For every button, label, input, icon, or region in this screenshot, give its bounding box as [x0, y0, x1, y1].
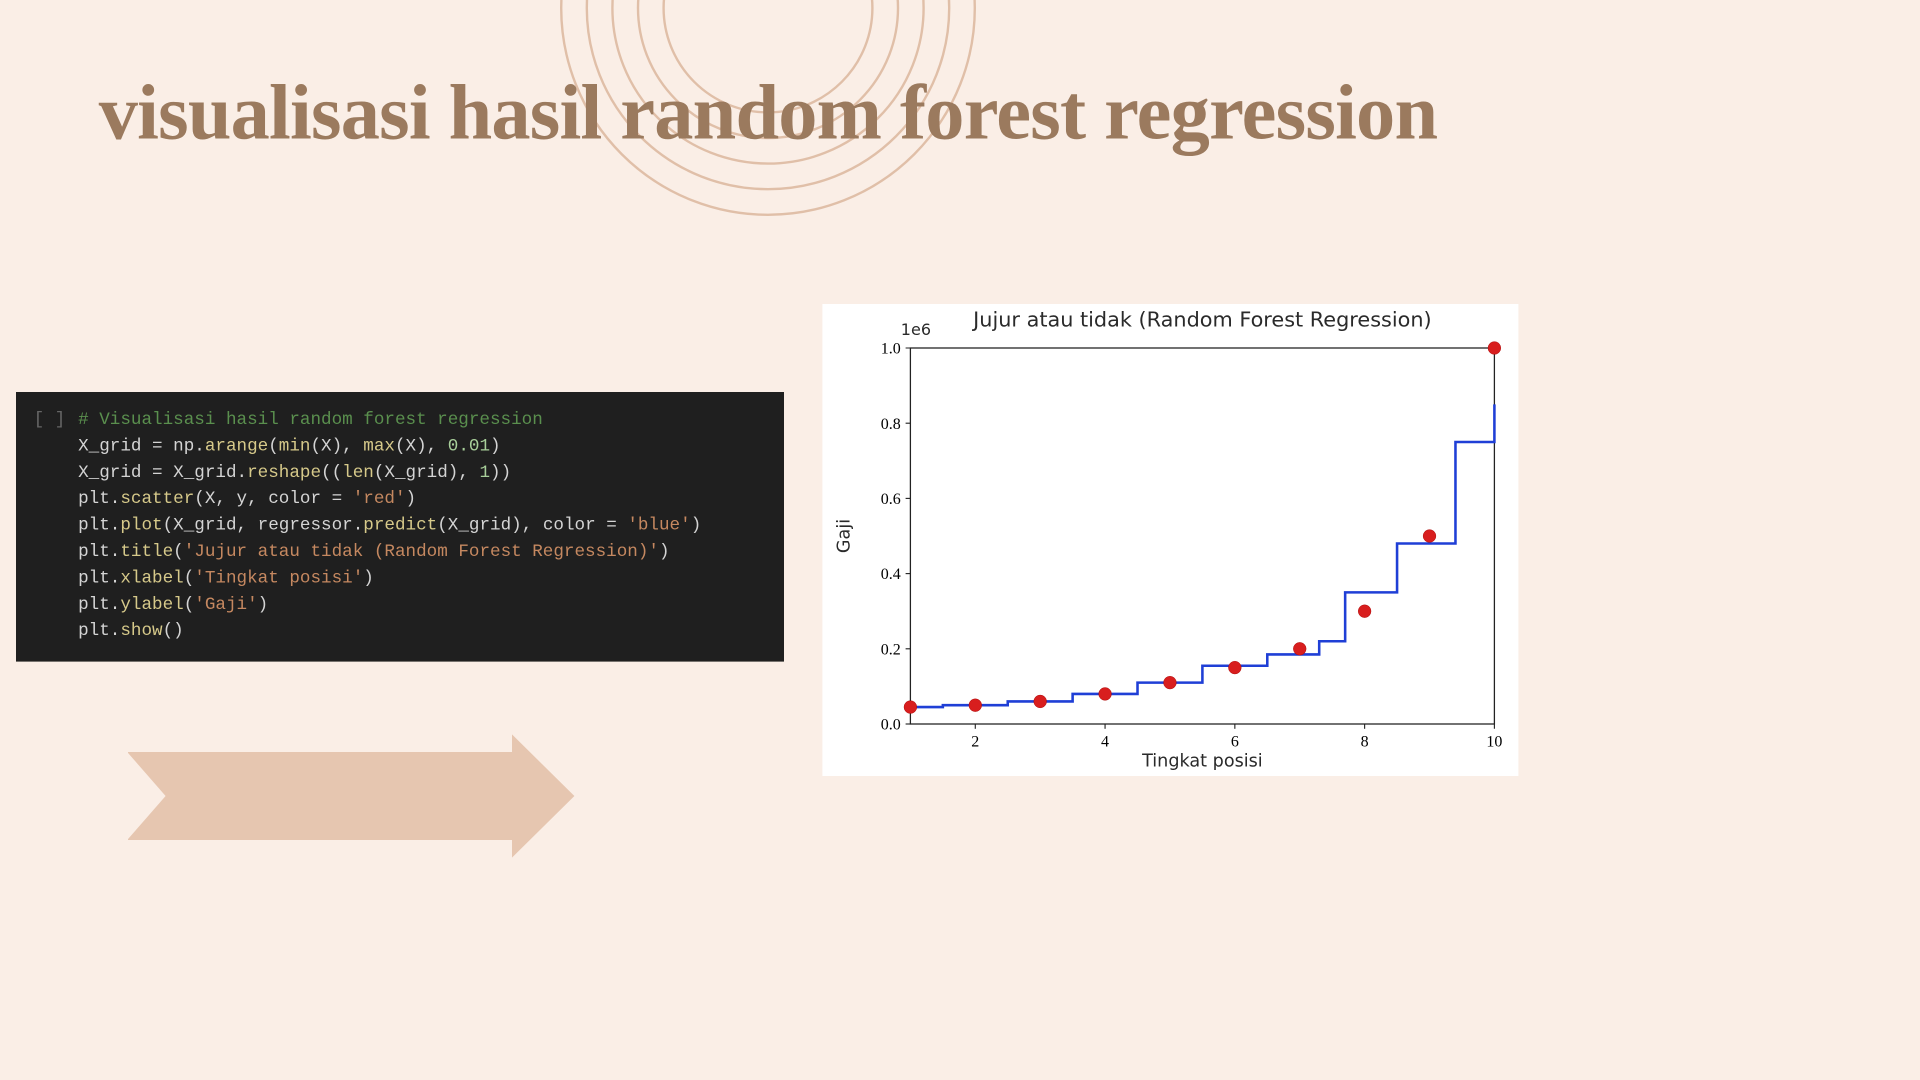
chart-output: 0.0 0.2 0.4 0.6 0.8 1.0 2 4 6 8 10 1e6 Jujur atau ti… [822, 304, 1518, 776]
svg-text:0.0: 0.0 [881, 717, 901, 734]
svg-text:0.4: 0.4 [881, 566, 901, 583]
svg-text:4: 4 [1101, 733, 1109, 750]
code-content: # Visualisasi hasil random forest regres… [78, 406, 766, 644]
svg-text:1e6: 1e6 [901, 320, 931, 339]
svg-text:1.0: 1.0 [881, 341, 901, 358]
svg-text:0.6: 0.6 [881, 491, 901, 508]
svg-text:10: 10 [1486, 733, 1502, 750]
svg-text:0.8: 0.8 [881, 416, 901, 433]
arrow-decoration [128, 752, 576, 840]
svg-text:Jujur atau tidak (Random Fores: Jujur atau tidak (Random Forest Regressi… [971, 307, 1432, 331]
svg-text:8: 8 [1361, 733, 1369, 750]
svg-text:6: 6 [1231, 733, 1239, 750]
page-title: visualisasi hasil random forest regressi… [88, 72, 1448, 154]
svg-text:2: 2 [971, 733, 979, 750]
svg-text:Tingkat posisi: Tingkat posisi [1141, 751, 1263, 771]
svg-text:0.2: 0.2 [881, 641, 901, 658]
cell-run-marker: [ ] [34, 406, 78, 644]
svg-text:Gaji: Gaji [835, 519, 855, 553]
code-cell: [ ] # Visualisasi hasil random forest re… [16, 392, 784, 662]
